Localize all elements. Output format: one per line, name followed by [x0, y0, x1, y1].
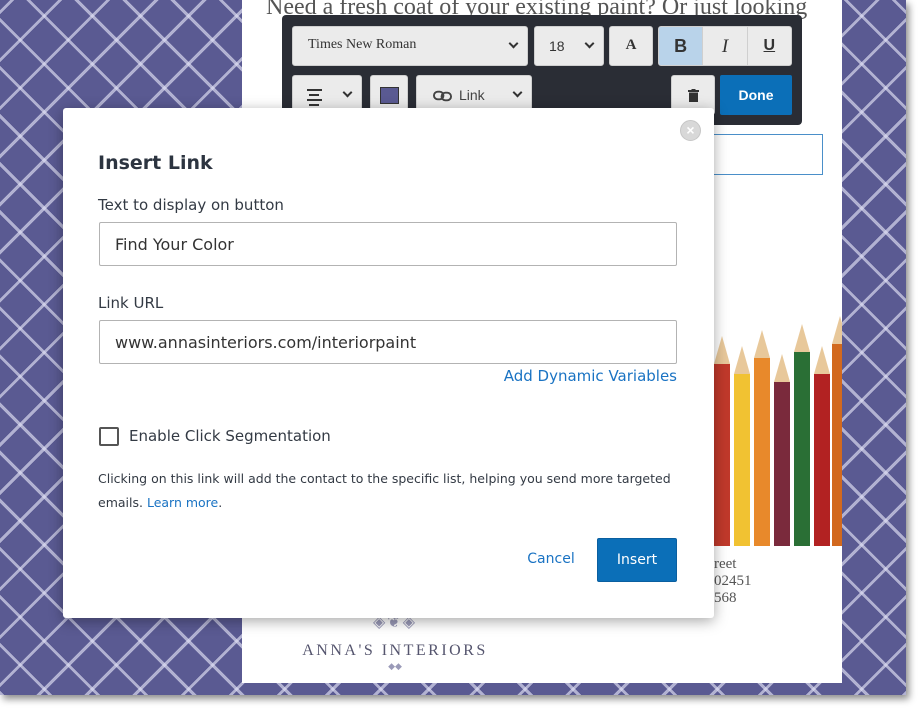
- pencil-icon: [794, 324, 810, 546]
- pencil-icon: [714, 336, 730, 546]
- dialog-title: Insert Link: [98, 152, 213, 174]
- email-canvas-field[interactable]: [712, 134, 823, 175]
- italic-button[interactable]: I: [703, 27, 748, 65]
- font-family-select[interactable]: Times New Roman: [292, 26, 528, 66]
- chevron-down-icon: [508, 38, 519, 49]
- logo-flourish-icon: ◆◆: [388, 661, 402, 671]
- address-text: reet 02451 568: [714, 556, 752, 607]
- font-color-button[interactable]: A: [609, 26, 653, 66]
- chevron-down-icon: [342, 87, 353, 98]
- font-family-value: Times New Roman: [308, 37, 417, 52]
- pencil-icon: [774, 354, 790, 546]
- address-line: 02451: [714, 573, 752, 589]
- pencils-image: [712, 300, 842, 546]
- display-text-label: Text to display on button: [98, 196, 284, 214]
- background-pattern: Need a fresh coat of your existing paint…: [0, 0, 906, 695]
- insert-button[interactable]: Insert: [597, 538, 677, 582]
- address-line: 568: [714, 590, 737, 606]
- font-size-value: 18: [549, 38, 565, 54]
- pencil-icon: [734, 346, 750, 546]
- logo-name: ANNA'S INTERIORS: [302, 642, 488, 659]
- chevron-down-icon: [584, 38, 595, 49]
- add-dynamic-variables-link[interactable]: Add Dynamic Variables: [504, 367, 677, 385]
- text-style-group: B I U: [658, 26, 792, 66]
- click-segmentation-label[interactable]: Enable Click Segmentation: [129, 427, 331, 445]
- link-url-label: Link URL: [98, 294, 164, 312]
- pencil-icon: [814, 346, 830, 546]
- brand-logo: ◈❦◈ ANNA'S INTERIORS ◆◆: [300, 612, 490, 672]
- click-segmentation-checkbox[interactable]: [99, 427, 119, 446]
- close-icon[interactable]: ×: [680, 120, 701, 141]
- link-icon: [433, 90, 452, 102]
- color-swatch: [380, 87, 399, 104]
- pencil-icon: [832, 316, 842, 546]
- display-text-input[interactable]: [99, 222, 677, 266]
- bold-button[interactable]: B: [659, 27, 704, 65]
- help-text: Clicking on this link will add the conta…: [98, 471, 671, 510]
- learn-more-link[interactable]: Learn more: [147, 495, 218, 510]
- insert-link-dialog: × Insert Link Text to display on button …: [63, 108, 714, 618]
- chevron-down-icon: [512, 87, 523, 98]
- align-icon: [307, 89, 322, 109]
- cancel-button[interactable]: Cancel: [514, 551, 588, 567]
- address-line: reet: [714, 556, 737, 572]
- trash-icon: [688, 89, 699, 102]
- font-size-select[interactable]: 18: [534, 26, 604, 66]
- done-button[interactable]: Done: [720, 75, 792, 115]
- link-url-input[interactable]: [99, 320, 677, 364]
- pencil-icon: [754, 330, 770, 546]
- link-button-label: Link: [459, 87, 485, 103]
- underline-button[interactable]: U: [748, 27, 791, 65]
